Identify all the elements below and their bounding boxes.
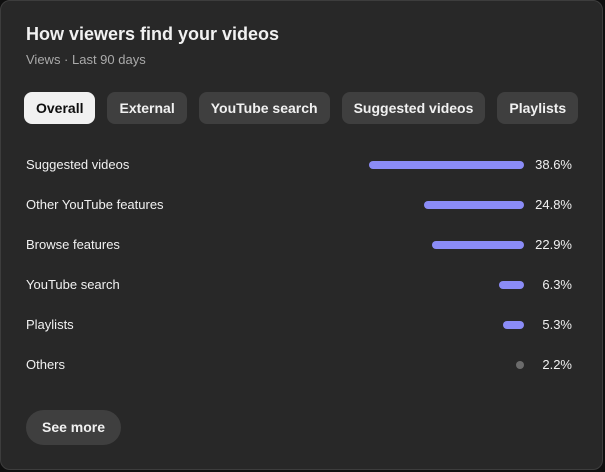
tab-playlists[interactable]: Playlists <box>497 92 579 124</box>
see-more-button[interactable]: See more <box>26 410 122 445</box>
source-label: Other YouTube features <box>26 197 164 212</box>
traffic-source-list: Suggested videos 38.6% Other YouTube fea… <box>26 145 574 385</box>
card-title: How viewers find your videos <box>26 24 280 44</box>
source-value: 2.2% <box>542 357 572 372</box>
list-item: Suggested videos 38.6% <box>26 145 574 185</box>
source-value: 24.8% <box>535 197 572 212</box>
list-item: Others 2.2% <box>26 345 574 385</box>
bar-track <box>369 161 524 170</box>
source-label: Playlists <box>26 317 74 332</box>
tab-suggested-videos[interactable]: Suggested videos <box>341 92 486 124</box>
source-label: YouTube search <box>26 277 120 292</box>
share-bar <box>432 241 524 249</box>
list-item: Other YouTube features 24.8% <box>26 185 574 225</box>
share-bar <box>503 321 524 329</box>
bar-track <box>369 201 524 210</box>
tab-overall[interactable]: Overall <box>24 92 96 124</box>
traffic-sources-card: How viewers find your videos Views · Las… <box>0 0 603 470</box>
tab-youtube-search[interactable]: YouTube search <box>198 92 330 124</box>
share-bar <box>516 361 524 369</box>
share-bar <box>499 281 524 289</box>
source-label: Suggested videos <box>26 157 130 172</box>
bar-track <box>369 241 524 250</box>
source-tabs: Overall External YouTube search Suggeste… <box>24 92 579 124</box>
bar-track <box>369 321 524 330</box>
tab-external[interactable]: External <box>107 92 187 124</box>
share-bar <box>424 201 524 209</box>
share-bar <box>369 161 524 169</box>
bar-track <box>369 361 524 370</box>
list-item: Playlists 5.3% <box>26 305 574 345</box>
list-item: Browse features 22.9% <box>26 225 574 265</box>
source-value: 6.3% <box>542 277 572 292</box>
source-value: 5.3% <box>542 317 572 332</box>
source-value: 38.6% <box>535 157 572 172</box>
source-value: 22.9% <box>535 237 572 252</box>
source-label: Browse features <box>26 237 120 252</box>
bar-track <box>369 281 524 290</box>
list-item: YouTube search 6.3% <box>26 265 574 305</box>
card-subtitle: Views · Last 90 days <box>26 52 146 67</box>
source-label: Others <box>26 357 66 372</box>
